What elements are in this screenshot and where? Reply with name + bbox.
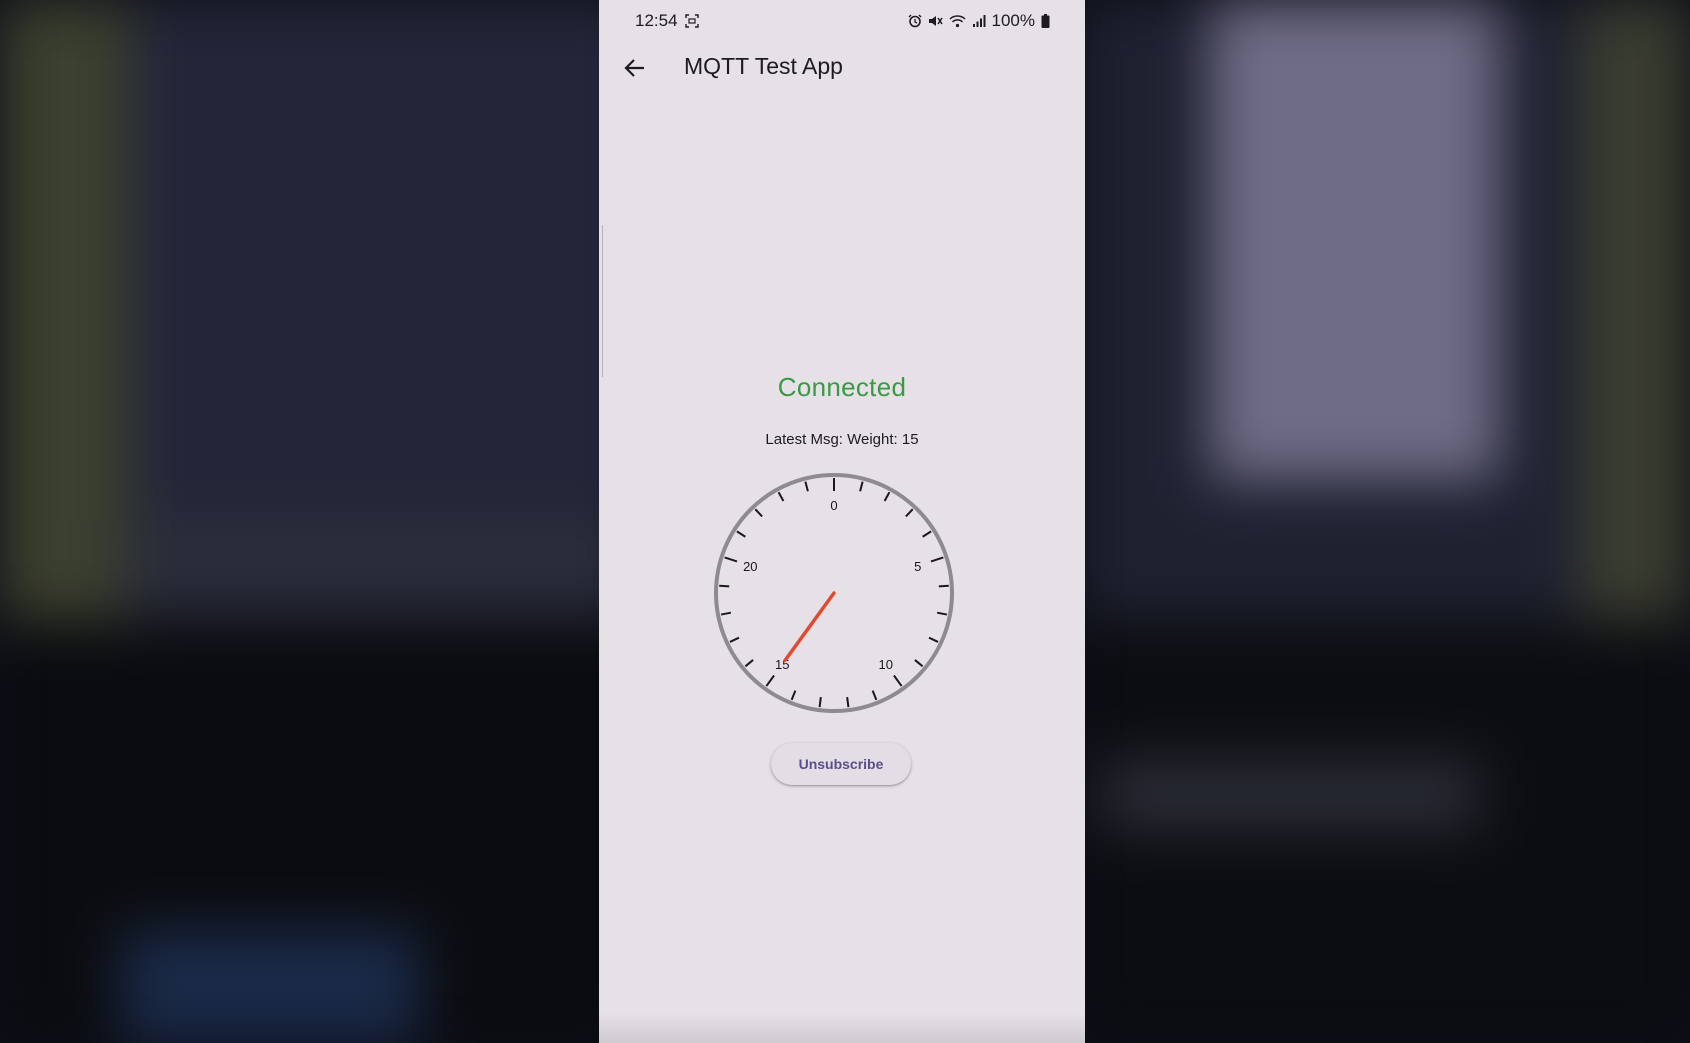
gauge-tick xyxy=(729,636,740,643)
gauge-tick xyxy=(938,584,949,588)
gauge-tick xyxy=(719,584,730,588)
battery-icon xyxy=(1041,14,1050,28)
gauge-tick xyxy=(936,611,948,616)
gauge-tick xyxy=(720,611,732,616)
gauge-tick xyxy=(859,481,864,492)
gauge-tick xyxy=(846,697,850,708)
gauge-tick xyxy=(930,556,944,563)
gauge-tick xyxy=(818,697,822,708)
mute-icon xyxy=(928,14,943,28)
gauge-label: 20 xyxy=(743,559,757,574)
gauge-tick xyxy=(804,481,809,492)
arrow-back-icon xyxy=(624,59,644,77)
gauge-tick xyxy=(928,636,939,643)
status-time: 12:54 xyxy=(635,11,678,30)
gauge-tick xyxy=(724,556,738,563)
gauge-tick xyxy=(765,674,775,687)
gauge-tick xyxy=(790,690,797,701)
connection-status: Connected xyxy=(777,372,907,402)
app-title: MQTT Test App xyxy=(684,53,843,79)
navigation-bar xyxy=(599,1013,1085,1043)
gauge-tick xyxy=(914,659,924,668)
screenshot-icon xyxy=(685,13,699,33)
latest-message: Latest Msg: Weight: 15 xyxy=(765,431,919,448)
gauge-tick xyxy=(754,508,763,518)
app-bar: MQTT Test App xyxy=(599,42,1085,92)
phone-screen: 12:54 100% MQTT Test App Connected Lates… xyxy=(599,0,1085,1043)
back-button[interactable] xyxy=(617,50,653,86)
edge-panel-handle[interactable] xyxy=(599,225,603,377)
gauge-tick xyxy=(893,674,903,687)
battery-percent: 100% xyxy=(991,11,1035,30)
gauge-label: 0 xyxy=(830,498,837,513)
signal-icon xyxy=(972,14,986,28)
unsubscribe-button[interactable]: Unsubscribe xyxy=(771,743,911,785)
status-bar: 12:54 100% xyxy=(599,0,1085,42)
gauge-tick xyxy=(883,491,891,502)
gauge-label: 5 xyxy=(914,559,921,574)
gauge-needle xyxy=(783,591,836,662)
alarm-icon xyxy=(908,14,922,28)
gauge-label: 10 xyxy=(878,657,892,672)
gauge-tick xyxy=(905,508,914,518)
gauge-labels: 05101520 xyxy=(743,498,921,672)
gauge-tick xyxy=(744,659,754,668)
gauge-tick xyxy=(922,530,932,538)
screen-recording-frame: 12:54 100% MQTT Test App Connected Lates… xyxy=(0,0,1690,1043)
wifi-icon xyxy=(949,14,966,28)
gauge-tick xyxy=(871,690,878,701)
gauge-tick xyxy=(736,530,746,538)
gauge-tick xyxy=(777,491,785,502)
weight-gauge: 05101520 xyxy=(714,473,954,713)
